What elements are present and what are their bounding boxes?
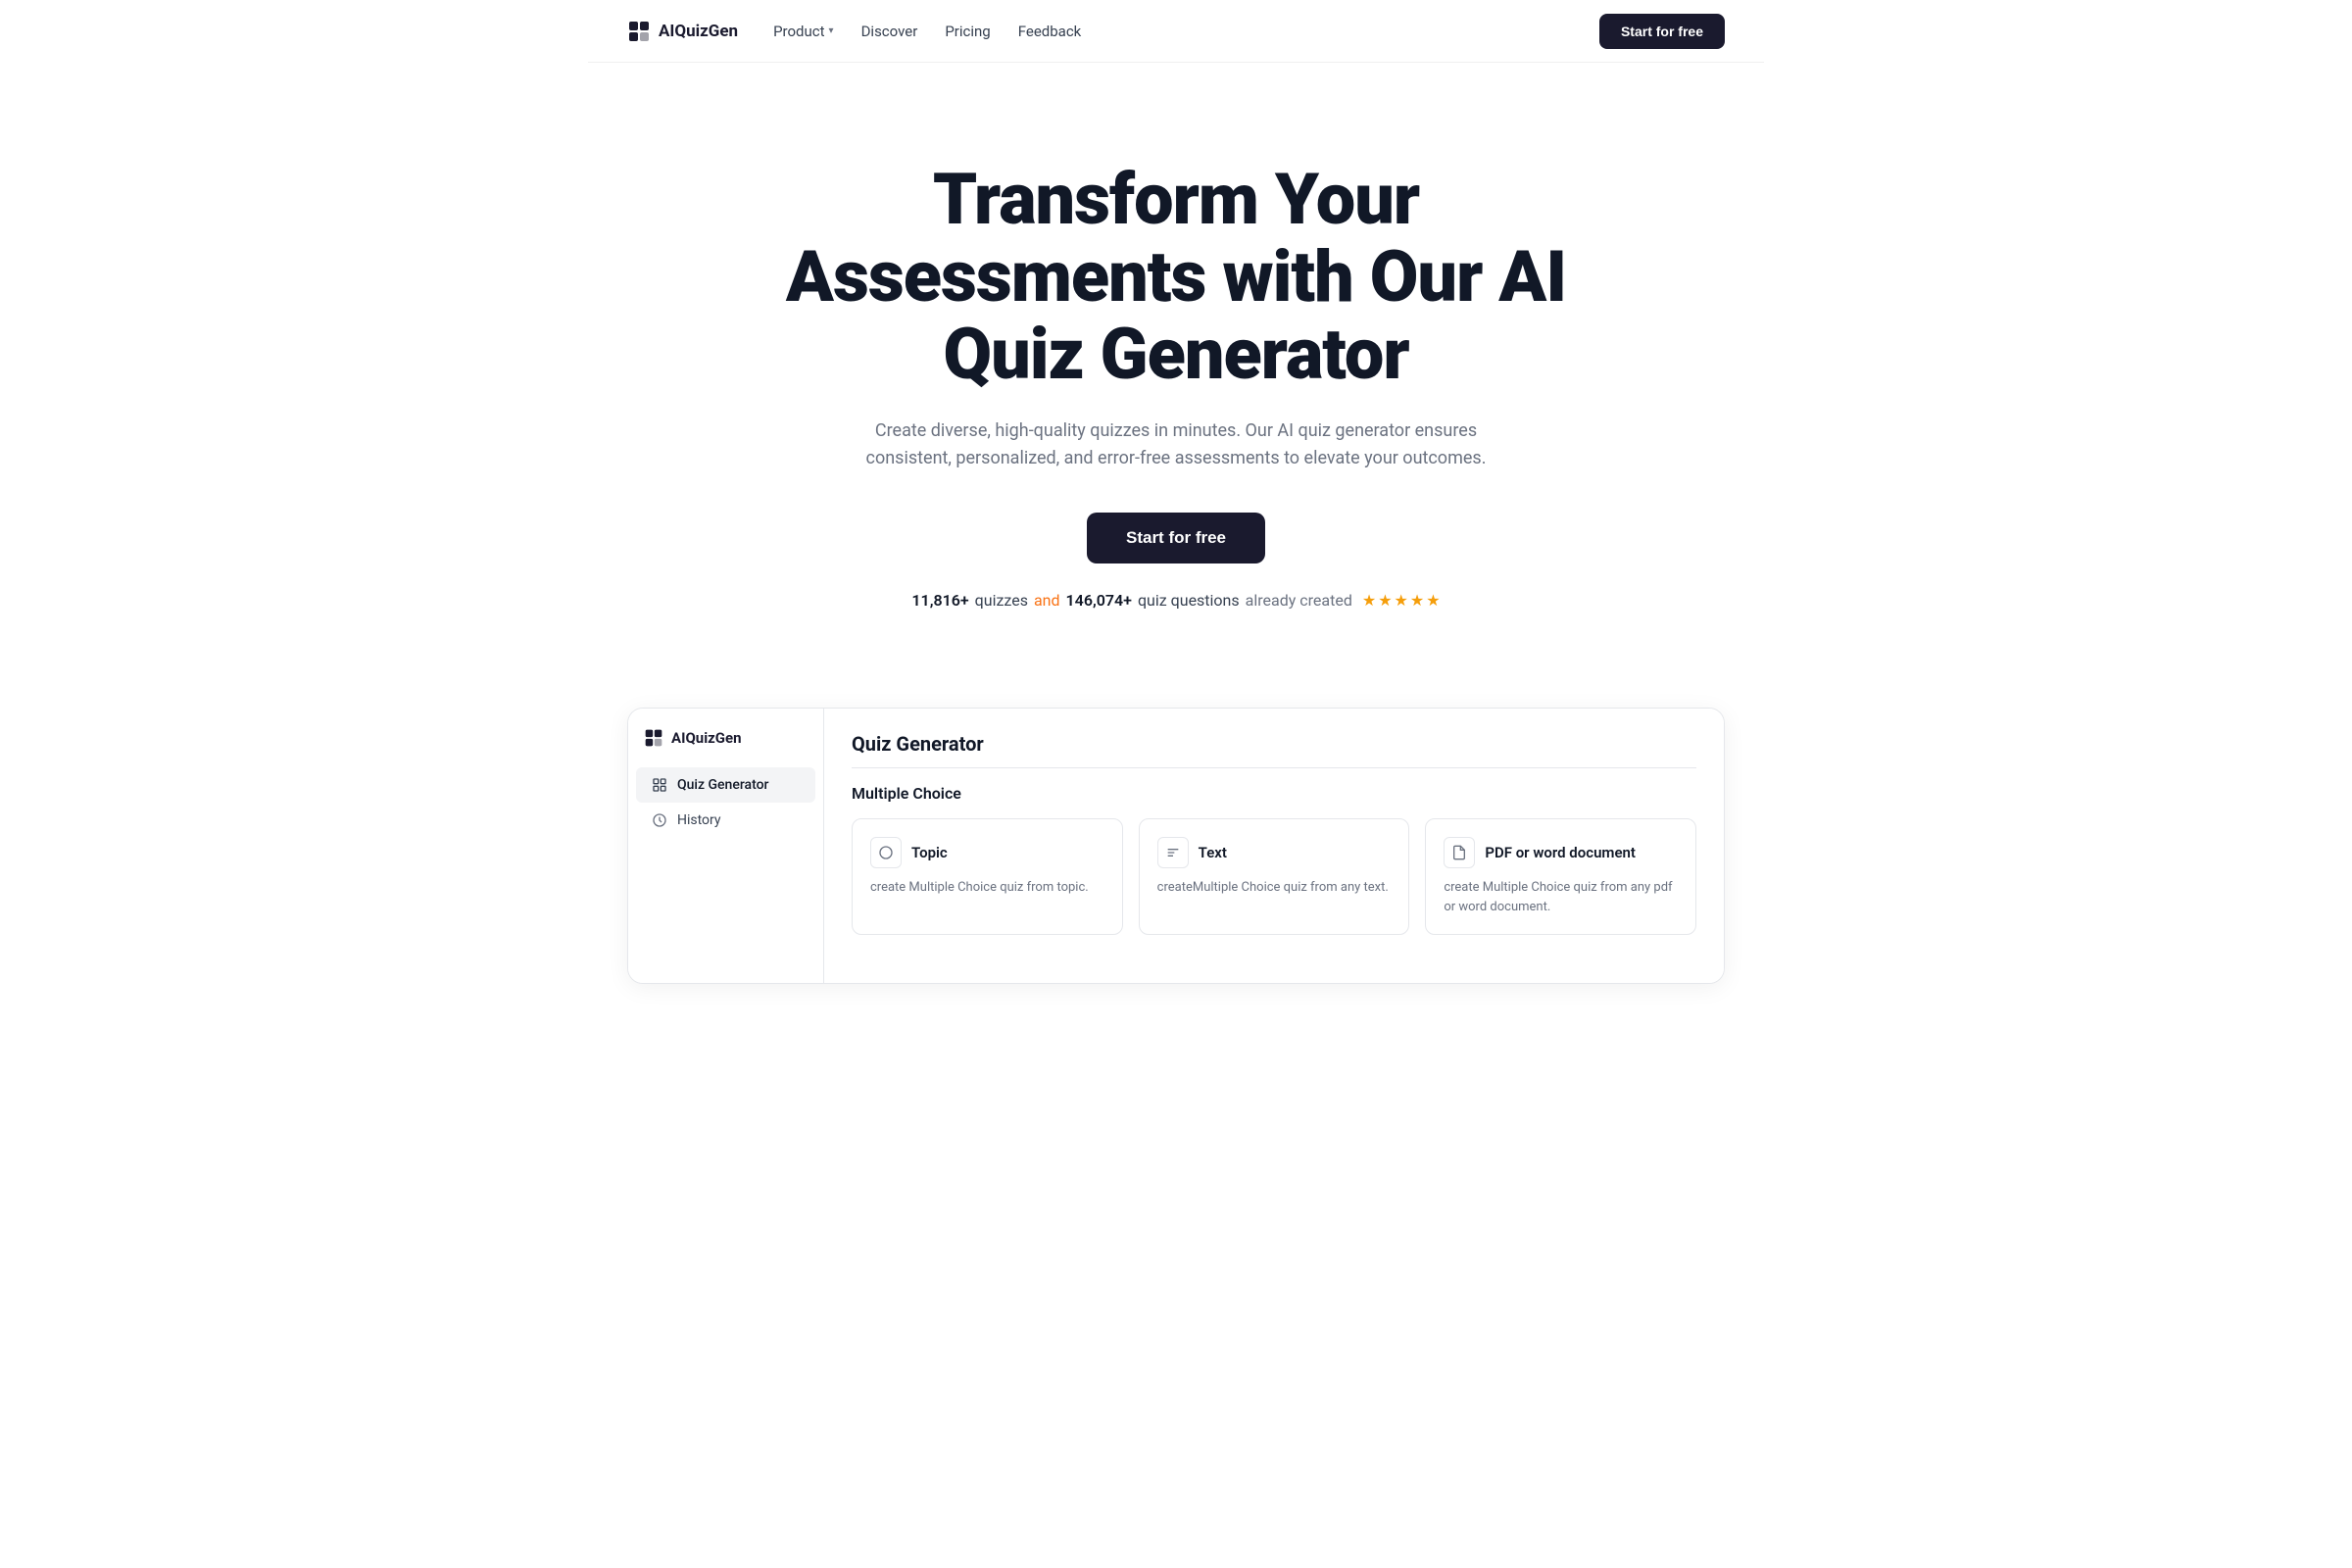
quiz-type-card-text[interactable]: Text createMultiple Choice quiz from any… [1139,818,1410,935]
star-1: ★ [1362,591,1376,610]
quiz-card-topic-title: Topic [911,844,948,861]
app-main: Quiz Generator Multiple Choice Topic cre… [824,709,1724,983]
star-5: ★ [1426,591,1440,610]
logo[interactable]: AIQuizGen [627,20,738,43]
and-text: and [1034,591,1060,610]
questions-label: quiz questions [1138,591,1240,610]
circle-icon [870,837,902,868]
sidebar-logo-text: AIQuizGen [671,729,742,747]
app-sidebar: AIQuizGen Quiz Generator [628,709,824,983]
nav-item-feedback[interactable]: Feedback [1018,23,1082,40]
quiz-type-card-topic[interactable]: Topic create Multiple Choice quiz from t… [852,818,1123,935]
nav-item-product[interactable]: Product ▾ [773,23,833,40]
app-section-title: Quiz Generator [852,732,1696,768]
navbar-left: AIQuizGen Product ▾ Discover Pricing Fee… [627,20,1081,43]
nav-item-pricing[interactable]: Pricing [945,23,990,40]
sidebar-nav: Quiz Generator History [628,767,823,838]
hero-section: Transform Your Assessments with Our AI Q… [588,63,1764,668]
hero-cta-button[interactable]: Start for free [1087,513,1265,564]
quizzes-label: quizzes [975,591,1028,610]
quiz-type-cards: Topic create Multiple Choice quiz from t… [852,818,1696,935]
hero-subtitle: Create diverse, high-quality quizzes in … [833,417,1519,474]
logo-text: AIQuizGen [659,22,738,41]
hero-stats: 11,816+ quizzes and 146,074+ quiz questi… [627,591,1725,610]
navbar-cta-button[interactable]: Start for free [1599,14,1725,49]
grid-icon [652,777,667,793]
app-inner: AIQuizGen Quiz Generator [628,709,1724,983]
nav-item-discover[interactable]: Discover [861,23,918,40]
sidebar-item-quiz-generator-label: Quiz Generator [677,777,769,793]
already-created: already created [1246,591,1352,610]
logo-icon [627,20,651,43]
quiz-card-text-title: Text [1199,844,1227,861]
questions-count: 146,074+ [1066,591,1132,610]
rating-stars: ★ ★ ★ ★ ★ [1362,591,1441,610]
sidebar-item-quiz-generator[interactable]: Quiz Generator [636,767,815,803]
text-icon [1157,837,1189,868]
sidebar-item-history[interactable]: History [636,803,815,838]
quiz-card-pdf-desc: create Multiple Choice quiz from any pdf… [1444,878,1678,916]
app-preview: AIQuizGen Quiz Generator [627,708,1725,984]
star-2: ★ [1378,591,1392,610]
sidebar-logo-icon [644,728,663,748]
nav-links: Product ▾ Discover Pricing Feedback [773,23,1081,40]
navbar: AIQuizGen Product ▾ Discover Pricing Fee… [588,0,1764,63]
quiz-card-topic-header: Topic [870,837,1104,868]
sidebar-item-history-label: History [677,812,721,828]
star-4: ★ [1410,591,1424,610]
quiz-card-pdf-header: PDF or word document [1444,837,1678,868]
chevron-down-icon: ▾ [829,25,834,36]
clock-icon [652,812,667,828]
hero-title: Transform Your Assessments with Our AI Q… [735,161,1617,394]
quiz-card-text-header: Text [1157,837,1392,868]
app-subsection-title: Multiple Choice [852,784,1696,803]
sidebar-logo: AIQuizGen [628,728,823,767]
quiz-card-text-desc: createMultiple Choice quiz from any text… [1157,878,1392,898]
quiz-type-card-pdf[interactable]: PDF or word document create Multiple Cho… [1425,818,1696,935]
quizzes-count: 11,816+ [911,591,968,610]
star-3: ★ [1395,591,1408,610]
quiz-card-pdf-title: PDF or word document [1485,844,1636,861]
quiz-card-topic-desc: create Multiple Choice quiz from topic. [870,878,1104,898]
file-icon [1444,837,1475,868]
